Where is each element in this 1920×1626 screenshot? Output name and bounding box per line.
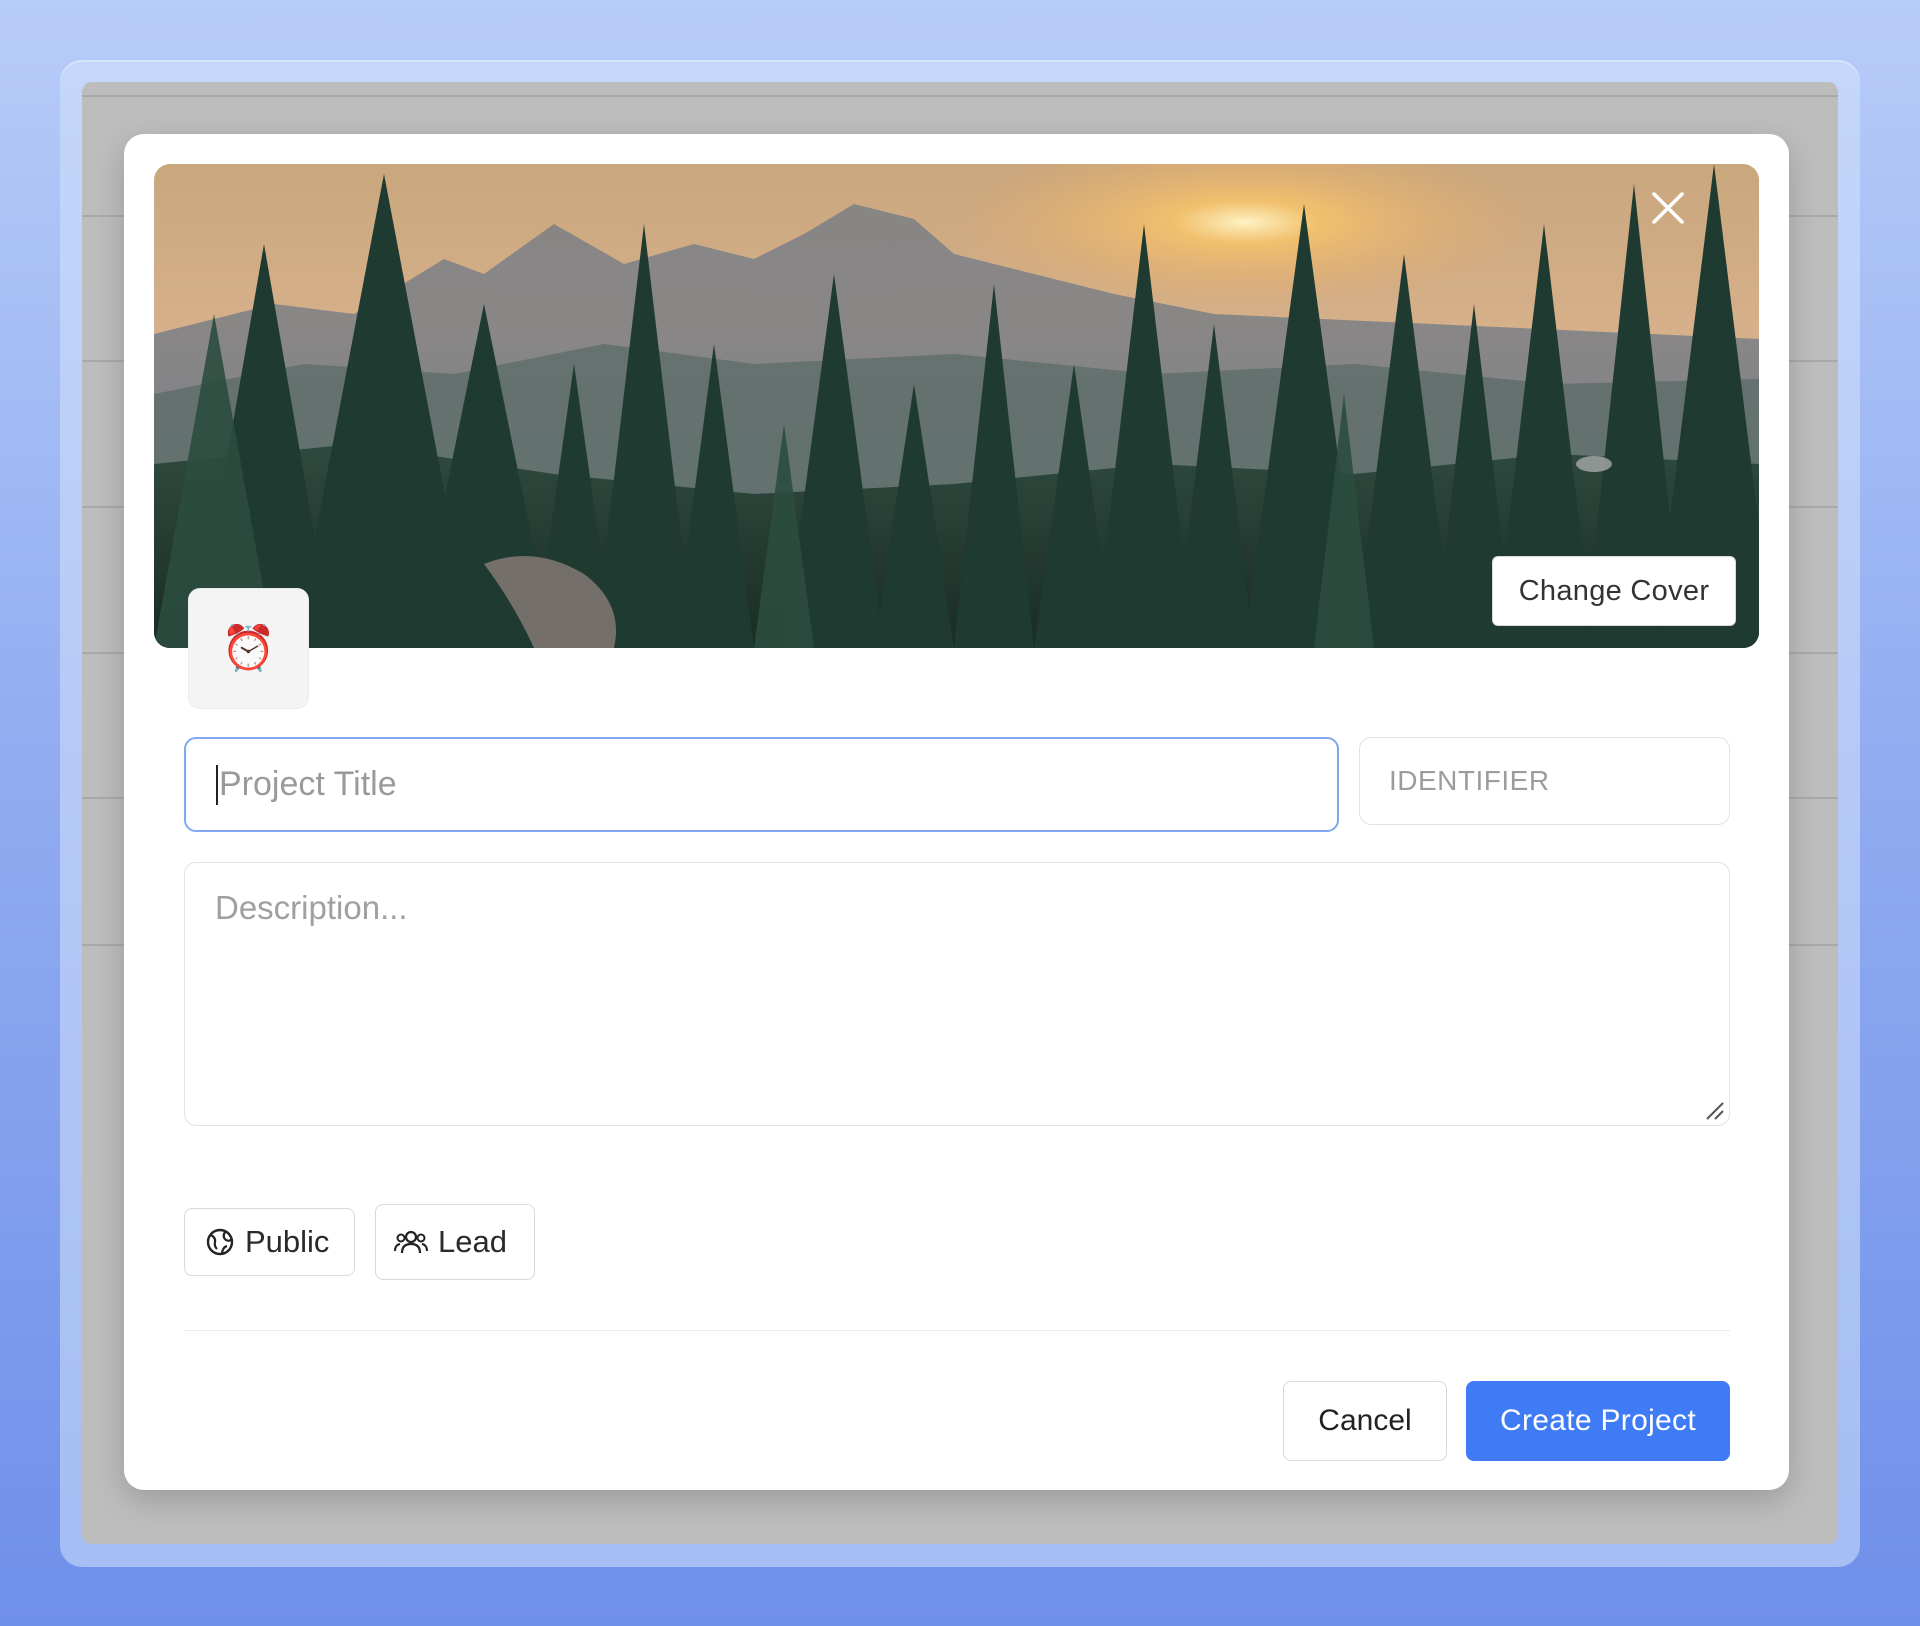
backdrop-divider [82,95,1838,97]
lead-label: Lead [438,1224,507,1259]
close-icon [1652,192,1684,224]
project-title-input[interactable]: Project Title [184,737,1339,832]
identifier-input[interactable]: IDENTIFIER [1359,737,1730,825]
public-label: Public [245,1224,330,1259]
text-caret [216,764,218,805]
globe-icon [206,1228,234,1256]
visibility-public-button[interactable]: Public [184,1208,355,1276]
project-title-placeholder: Project Title [219,765,397,803]
close-button[interactable] [1644,184,1692,232]
create-project-button[interactable]: Create Project [1466,1381,1730,1461]
project-emoji-picker[interactable]: ⏰ [188,588,309,709]
description-textarea[interactable]: Description... [184,862,1730,1126]
footer-divider [184,1330,1730,1331]
resize-handle-icon[interactable] [1703,1099,1725,1121]
users-icon [394,1230,428,1254]
cancel-button[interactable]: Cancel [1283,1381,1447,1461]
identifier-placeholder: IDENTIFIER [1389,765,1550,796]
lead-button[interactable]: Lead [375,1204,535,1280]
change-cover-button[interactable]: Change Cover [1492,556,1736,626]
alarm-clock-icon: ⏰ [221,623,276,673]
description-placeholder: Description... [215,889,408,926]
